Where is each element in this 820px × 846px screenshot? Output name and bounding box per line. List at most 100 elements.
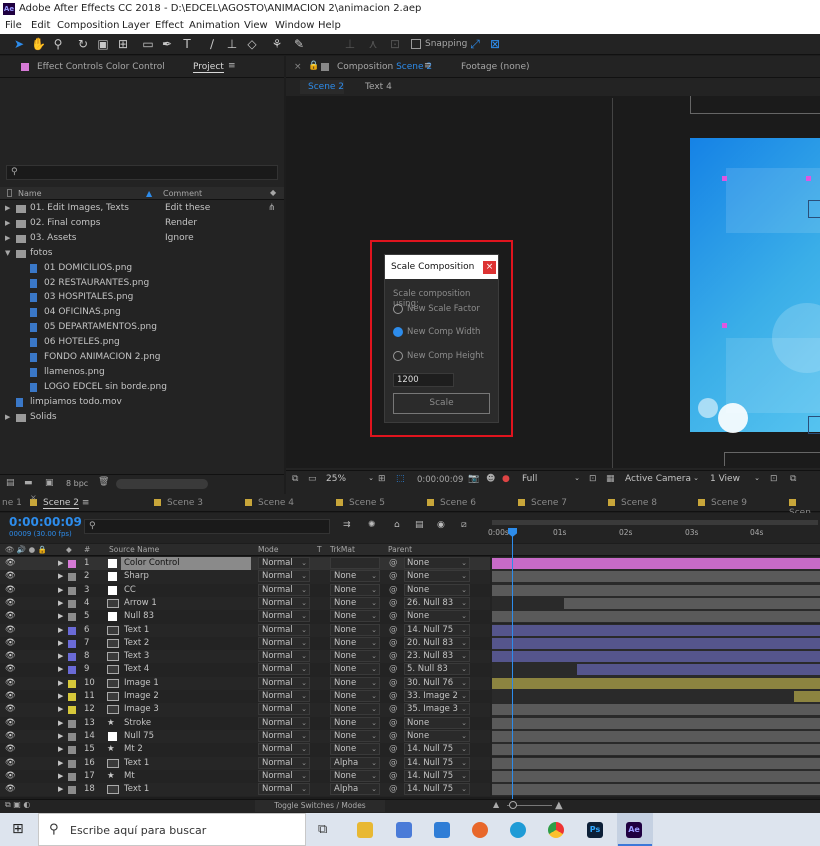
magnification-dropdown[interactable]: 25% ⌄ xyxy=(326,474,374,487)
pick-whip-icon[interactable]: @ xyxy=(389,650,398,663)
blend-mode-dropdown[interactable]: Normal ⌄ xyxy=(258,676,310,689)
taskbar-search-box[interactable]: ⚲ Escribe aquí para buscar xyxy=(38,813,306,846)
handle-mid-left[interactable] xyxy=(722,323,727,328)
layer-row[interactable]: 👁 ▶ 3 CC Normal ⌄ None ⌄ @ None ⌄ xyxy=(0,583,490,597)
layer-duration-bar[interactable] xyxy=(492,757,820,769)
pick-whip-icon[interactable]: @ xyxy=(389,597,398,610)
layer-label-swatch[interactable] xyxy=(68,706,76,715)
photoshop-icon[interactable]: Ps xyxy=(587,822,603,838)
layer-label-swatch[interactable] xyxy=(68,599,76,608)
zoom-tool-icon[interactable]: ⚲ xyxy=(51,37,65,51)
parent-dropdown[interactable]: 14. Null 75 ⌄ xyxy=(404,783,470,796)
layer-name[interactable]: Text 2 xyxy=(121,637,152,650)
pick-whip-icon[interactable]: @ xyxy=(389,584,398,597)
visibility-eye-icon[interactable]: 👁 xyxy=(5,557,16,570)
column-name[interactable]: Name xyxy=(18,189,42,198)
timeline-tab-scene-3[interactable]: Scene 3 xyxy=(154,498,203,508)
twirl-arrow-icon[interactable]: ▶ xyxy=(58,624,63,637)
track-matte-dropdown[interactable]: None ⌄ xyxy=(330,596,380,609)
twirl-arrow-icon[interactable]: ▶ xyxy=(58,597,63,610)
visibility-eye-icon[interactable]: 👁 xyxy=(5,624,16,637)
layer-switches-icon[interactable]: ⧉ ▣ ◐ xyxy=(5,800,30,810)
pick-whip-icon[interactable]: @ xyxy=(389,757,398,770)
radio-comp-height[interactable] xyxy=(393,351,403,361)
tab-project[interactable]: Project xyxy=(193,62,224,73)
zoom-out-icon[interactable]: ▲ xyxy=(493,800,499,809)
blend-mode-dropdown[interactable]: Normal ⌄ xyxy=(258,690,310,702)
layer-name[interactable]: Image 2 xyxy=(121,690,162,703)
blend-mode-dropdown[interactable]: Normal ⌄ xyxy=(258,610,310,623)
current-time[interactable]: 0:00:00:09 xyxy=(417,475,463,485)
camera-tool-icon[interactable]: ▣ xyxy=(96,37,110,51)
pick-whip-icon[interactable]: @ xyxy=(389,677,398,690)
brush-tool-icon[interactable]: ∕ xyxy=(205,37,219,51)
layer-duration-bar[interactable] xyxy=(492,624,820,636)
dialog-close-button[interactable]: × xyxy=(483,261,496,274)
layer-name[interactable]: CC xyxy=(121,584,139,597)
layer-name[interactable]: Text 1 xyxy=(121,783,152,796)
visibility-eye-icon[interactable]: 👁 xyxy=(5,663,16,676)
track-matte-dropdown[interactable]: None ⌄ xyxy=(330,623,380,636)
layer-name[interactable]: Arrow 1 xyxy=(121,597,160,610)
visibility-eye-icon[interactable]: 👁 xyxy=(5,637,16,650)
parent-dropdown[interactable]: 14. Null 75 ⌄ xyxy=(404,743,470,756)
project-item[interactable]: limpiamos todo.mov xyxy=(0,395,284,410)
visibility-eye-icon[interactable]: 👁 xyxy=(5,703,16,716)
layer-label-swatch[interactable] xyxy=(68,786,76,795)
menu-help[interactable]: Help xyxy=(318,20,341,31)
pick-whip-icon[interactable]: @ xyxy=(389,557,398,570)
value-input[interactable]: 1200 xyxy=(393,373,454,387)
layer-duration-bar[interactable] xyxy=(492,704,820,716)
blend-mode-dropdown[interactable]: Normal ⌄ xyxy=(258,623,310,636)
layer-name[interactable]: Text 4 xyxy=(121,663,152,676)
parent-dropdown[interactable]: 20. Null 83 ⌄ xyxy=(404,636,470,649)
layer-name[interactable]: Stroke xyxy=(121,717,154,730)
layer-name[interactable]: Mt xyxy=(121,770,138,783)
puppet-tool-icon[interactable]: ✎ xyxy=(292,37,306,51)
track-matte-dropdown[interactable]: None ⌄ xyxy=(330,676,380,689)
layer-duration-bar[interactable] xyxy=(492,637,820,649)
snapshot-icon[interactable]: 📷 xyxy=(468,474,479,484)
hand-tool-icon[interactable]: ✋ xyxy=(31,37,46,51)
blend-mode-dropdown[interactable]: Normal ⌄ xyxy=(258,557,310,569)
layer-row[interactable]: 👁 ▶ 6 Text 1 Normal ⌄ None ⌄ @14. Null 75 ⌄ xyxy=(0,623,490,637)
zoom-in-icon[interactable]: ▲ xyxy=(555,800,563,811)
views-dropdown[interactable]: 1 View ⌄ xyxy=(710,474,760,487)
monitor-icon[interactable]: ▭ xyxy=(308,474,317,484)
breadcrumb-scene-2[interactable]: Scene 2 xyxy=(308,82,344,92)
twirl-arrow-icon[interactable]: ▶ xyxy=(58,570,63,583)
project-horizontal-scrollbar[interactable] xyxy=(116,479,208,489)
layer-label-swatch[interactable] xyxy=(68,639,76,648)
pick-whip-icon[interactable]: @ xyxy=(389,770,398,783)
track-matte-dropdown[interactable]: None ⌄ xyxy=(330,769,380,782)
menu-file[interactable]: File xyxy=(5,20,22,31)
pick-whip-icon[interactable]: @ xyxy=(389,783,398,796)
layer-label-swatch[interactable] xyxy=(68,693,76,701)
parent-dropdown[interactable]: 5. Null 83 ⌄ xyxy=(404,663,470,676)
parent-dropdown[interactable]: 14. Null 75 ⌄ xyxy=(404,623,470,636)
visibility-eye-icon[interactable]: 👁 xyxy=(5,610,16,623)
project-item[interactable]: ▶ 03. Assets Ignore xyxy=(0,231,284,246)
menu-view[interactable]: View xyxy=(244,20,268,31)
new-composition-icon[interactable]: ▣ xyxy=(45,478,54,488)
visibility-eye-icon[interactable]: 👁 xyxy=(5,677,16,690)
track-matte-dropdown[interactable]: None ⌄ xyxy=(330,570,380,583)
layer-duration-bar[interactable] xyxy=(492,717,820,729)
project-item[interactable]: 06 HOTELES.png xyxy=(0,335,284,350)
layer-duration-bar[interactable] xyxy=(492,677,820,689)
project-item[interactable]: ▶ 01. Edit Images, Texts Edit these ⋔ xyxy=(0,201,284,216)
layer-label-swatch[interactable] xyxy=(68,679,76,688)
layer-label-swatch[interactable] xyxy=(68,719,76,728)
eraser-tool-icon[interactable]: ◇ xyxy=(245,37,259,51)
comp-image-layer[interactable] xyxy=(690,138,820,433)
project-item[interactable]: 05 DEPARTAMENTOS.png xyxy=(0,320,284,335)
layer-row[interactable]: 👁 ▶ 5 Null 83 Normal ⌄ None ⌄ @ None ⌄ xyxy=(0,610,490,624)
time-ruler[interactable]: 0:00s 01s 02s 03s 04s xyxy=(488,518,820,543)
twirl-arrow-icon[interactable]: ▶ xyxy=(58,690,63,703)
visibility-eye-icon[interactable]: 👁 xyxy=(5,650,16,663)
visibility-eye-icon[interactable]: 👁 xyxy=(5,570,16,583)
comp-mini-flowchart-icon[interactable]: ⇉ xyxy=(343,520,351,530)
layer-label-swatch[interactable] xyxy=(68,613,76,622)
blend-mode-dropdown[interactable]: Normal ⌄ xyxy=(258,703,310,716)
parent-dropdown[interactable]: None ⌄ xyxy=(404,729,470,742)
